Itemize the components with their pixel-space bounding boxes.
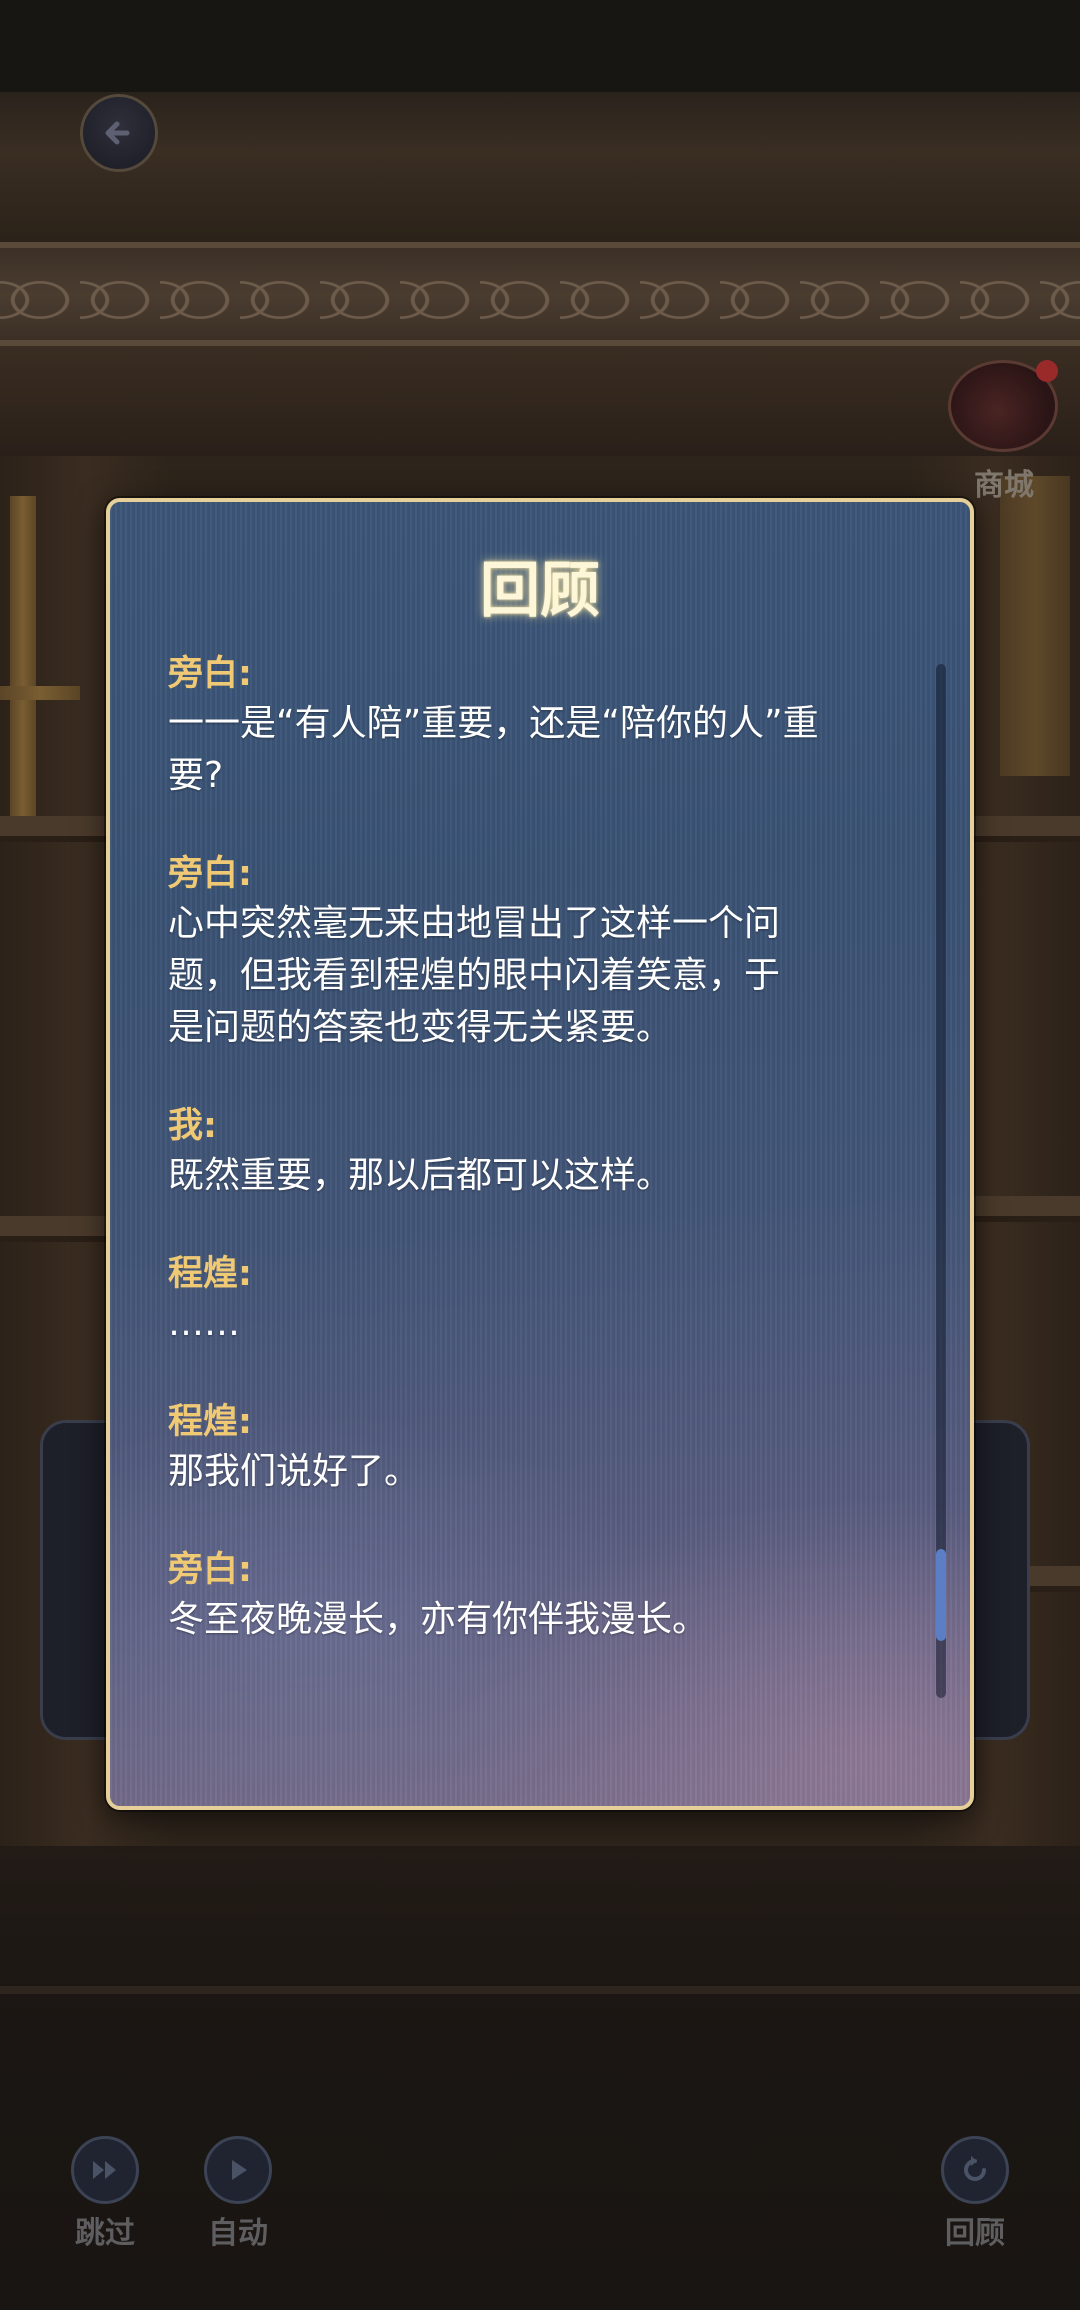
background-top — [0, 0, 1080, 92]
fast-forward-icon — [93, 2161, 116, 2179]
skip-label: 跳过 — [75, 2216, 135, 2251]
dialogue-line: 一一是“有人陪”重要，还是“陪你的人”重 — [168, 703, 819, 744]
speaker-name: 程煌: — [168, 1402, 252, 1442]
scrollbar-thumb[interactable] — [936, 1549, 946, 1641]
skip-button[interactable]: 跳过 — [40, 2136, 170, 2252]
log-entry: 旁白: 冬至夜晚漫长，亦有你伴我漫长。 — [168, 1546, 928, 1646]
review-dialog: 回顾 旁白: 一一是“有人陪”重要，还是“陪你的人”重 要? 旁白: 心中突然毫… — [106, 498, 974, 1810]
review-label: 回顾 — [945, 2216, 1005, 2251]
speaker-name: 旁白: — [168, 854, 252, 894]
replay-icon — [964, 2156, 986, 2181]
review-button[interactable]: 回顾 — [910, 2136, 1040, 2252]
review-log-list[interactable]: 旁白: 一一是“有人陪”重要，还是“陪你的人”重 要? 旁白: 心中突然毫无来由… — [168, 650, 928, 1770]
speaker-name: 旁白: — [168, 654, 252, 694]
play-icon — [232, 2160, 247, 2180]
auto-label: 自动 — [208, 2216, 268, 2251]
dialogue-line: 要? — [168, 755, 224, 796]
scrollbar-track[interactable] — [936, 664, 946, 1698]
notification-dot — [1036, 360, 1058, 382]
log-entry: 旁白: 心中突然毫无来由地冒出了这样一个问 题，但我看到程煌的眼中闪着笑意，于 … — [168, 850, 928, 1054]
background-lattice — [0, 242, 1080, 346]
shop-button[interactable]: 商城 — [944, 360, 1064, 503]
auto-button[interactable]: 自动 — [173, 2136, 303, 2252]
log-entry: 旁白: 一一是“有人陪”重要，还是“陪你的人”重 要? — [168, 650, 928, 802]
background-floor-line — [0, 1986, 1080, 1994]
dialogue-line: 那我们说好了。 — [168, 1451, 421, 1492]
dialogue-line: …… — [168, 1303, 240, 1344]
background-beam-lower — [0, 346, 1080, 456]
game-screen: 商城 回顾 旁白: 一一是“有人陪”重要，还是“陪你的人”重 要? 旁白: 心中… — [0, 0, 1080, 2310]
dialogue-line: 冬至夜晚漫长，亦有你伴我漫长。 — [168, 1599, 709, 1640]
log-entry: 程煌: …… — [168, 1250, 928, 1350]
dialog-title: 回顾 — [480, 556, 600, 626]
log-entry: 我: 既然重要，那以后都可以这样。 — [168, 1102, 928, 1202]
dialogue-line: 是问题的答案也变得无关紧要。 — [168, 1007, 673, 1048]
background-beam — [0, 92, 1080, 242]
dialogue-line: 既然重要，那以后都可以这样。 — [168, 1155, 673, 1196]
log-entry: 程煌: 那我们说好了。 — [168, 1398, 928, 1498]
speaker-name: 我: — [168, 1106, 217, 1146]
speaker-name: 旁白: — [168, 1550, 252, 1590]
speaker-name: 程煌: — [168, 1254, 252, 1294]
back-arrow-icon — [105, 121, 130, 145]
dialogue-line: 心中突然毫无来由地冒出了这样一个问 — [168, 903, 781, 944]
back-button[interactable] — [80, 94, 158, 172]
dialogue-line: 题，但我看到程煌的眼中闪着笑意，于 — [168, 955, 781, 996]
